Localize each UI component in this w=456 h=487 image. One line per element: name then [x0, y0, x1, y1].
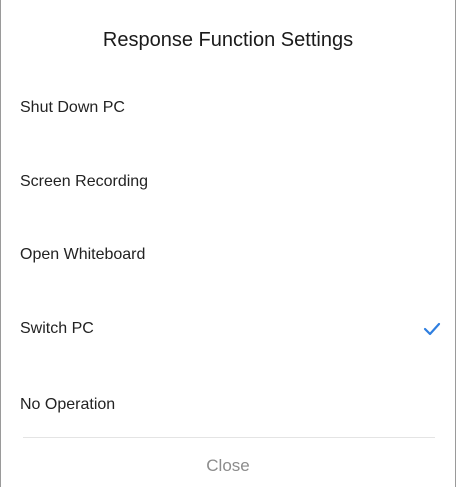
- dialog-title: Response Function Settings: [102, 29, 354, 51]
- option-open-whiteboard[interactable]: Open Whiteboard: [1, 233, 455, 277]
- option-label: Screen Recording: [20, 173, 149, 190]
- divider: [23, 437, 435, 438]
- option-label: No Operation: [20, 396, 116, 413]
- close-button[interactable]: Close: [1, 448, 455, 484]
- option-no-operation[interactable]: No Operation: [1, 383, 455, 427]
- option-label: Switch PC: [20, 320, 94, 337]
- option-shut-down-pc[interactable]: Shut Down PC: [1, 86, 455, 130]
- response-function-dialog: Response Function Settings Shut Down PC …: [0, 0, 456, 487]
- option-label: Shut Down PC: [20, 99, 125, 116]
- option-label: Open Whiteboard: [20, 246, 146, 263]
- option-switch-pc[interactable]: Switch PC: [1, 307, 455, 351]
- option-screen-recording[interactable]: Screen Recording: [1, 160, 455, 204]
- checkmark-icon: [423, 322, 441, 336]
